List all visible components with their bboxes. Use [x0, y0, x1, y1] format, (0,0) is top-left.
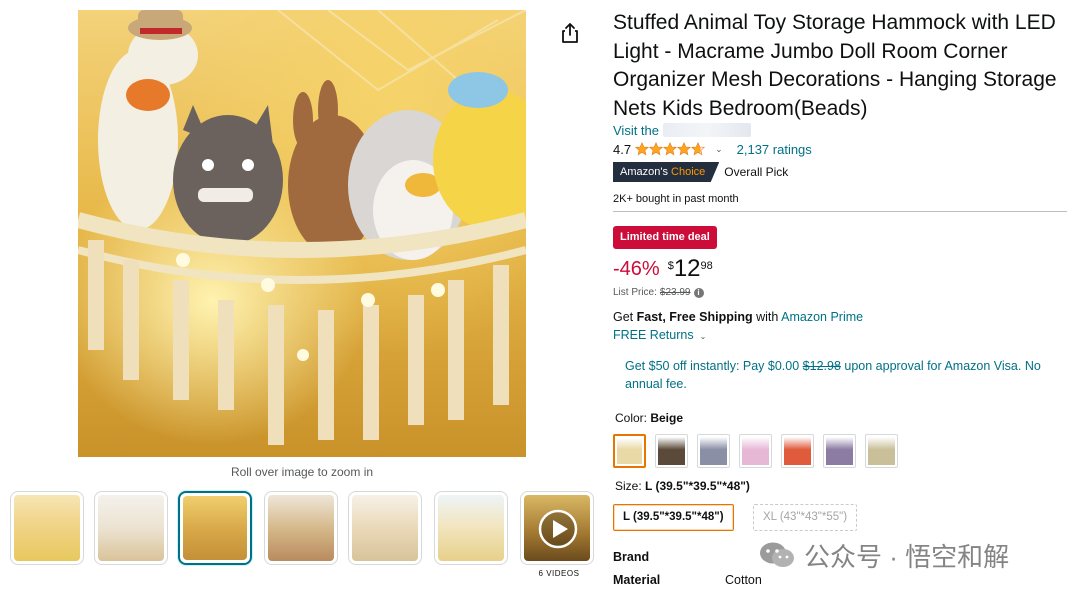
color-value: Beige — [650, 411, 684, 425]
discount-percent: -46% — [613, 258, 660, 280]
star-rating-icon[interactable] — [635, 142, 707, 156]
free-returns-row[interactable]: FREE Returns ⌄ — [613, 328, 706, 342]
amazons-choice-row: Amazon's Choice Overall Pick — [613, 162, 788, 182]
wechat-watermark: 公众号 · 悟空和解 — [758, 537, 1009, 573]
limited-time-deal-badge: Limited time deal — [613, 226, 717, 249]
color-swatch-5[interactable] — [781, 434, 814, 468]
zoom-hint: Roll over image to zoom in — [230, 465, 374, 479]
product-title: Stuffed Animal Toy Storage Hammock with … — [613, 11, 1057, 120]
amazons-choice-badge[interactable]: Amazon's Choice — [613, 162, 720, 182]
thumbnail-1[interactable] — [10, 491, 84, 565]
color-swatch-4[interactable] — [739, 434, 772, 468]
color-selection-label: Color: Beige — [615, 411, 683, 425]
size-selection-label: Size: L (39.5"*39.5"*48") — [615, 479, 750, 493]
list-price-value: $23.99 — [659, 287, 691, 298]
wechat-icon — [760, 542, 794, 567]
ratings-count-link[interactable]: 2,137 ratings — [737, 142, 812, 157]
visa-text-1: Get $50 off instantly: Pay $0.00 — [625, 359, 803, 373]
color-swatch-3[interactable] — [697, 434, 730, 468]
play-icon — [538, 509, 578, 549]
color-label: Color: — [615, 411, 651, 425]
info-icon[interactable]: i — [693, 287, 704, 298]
swatch-image — [784, 437, 811, 465]
choice-prefix: Amazon's — [620, 166, 668, 178]
main-product-image[interactable] — [78, 10, 526, 457]
visa-strike-price: $12.98 — [802, 359, 841, 373]
amazon-prime-link[interactable]: Amazon Prime — [781, 310, 863, 324]
free-returns-link[interactable]: FREE Returns — [613, 328, 694, 342]
visa-offer-link[interactable]: Get $50 off instantly: Pay $0.00 $12.98 … — [625, 357, 1063, 393]
thumbnail-strip — [10, 491, 595, 571]
material-value: Cotton — [725, 573, 762, 587]
swatch-image — [658, 437, 685, 465]
brand-label: Brand — [613, 550, 650, 564]
size-value: L (39.5"*39.5"*48") — [645, 479, 750, 493]
price-row: -46% $ 12 98 — [613, 255, 713, 283]
rating-row: 4.7 ⌄ 2,137 ratings — [613, 140, 812, 158]
color-swatch-1[interactable] — [613, 434, 646, 468]
color-swatch-2[interactable] — [655, 434, 688, 468]
visit-store-link[interactable]: Visit the — [613, 123, 752, 138]
list-price-row: List Price: $23.99 i — [613, 287, 704, 298]
visit-store-text: Visit the — [613, 123, 660, 138]
swatch-image — [742, 437, 769, 465]
swatch-image — [617, 438, 642, 464]
material-label: Material — [613, 573, 661, 587]
shipping-prefix: Get — [613, 310, 637, 324]
choice-label: Overall Pick — [724, 165, 789, 179]
shipping-row: Get Fast, Free Shipping with Amazon Prim… — [613, 310, 863, 324]
swatch-image — [826, 437, 853, 465]
video-thumbnail[interactable] — [520, 491, 594, 565]
share-icon[interactable] — [560, 22, 580, 44]
choice-suffix: Choice — [671, 166, 706, 178]
color-swatch-7[interactable] — [865, 434, 898, 468]
thumbnail-3[interactable] — [178, 491, 252, 565]
thumbnail-4[interactable] — [264, 491, 338, 565]
price-whole: 12 — [673, 255, 701, 282]
list-price-label: List Price: — [613, 287, 657, 298]
shipping-bold: Fast, Free Shipping — [636, 310, 753, 324]
size-option-l[interactable]: L (39.5"*39.5"*48") — [613, 504, 734, 531]
rating-value: 4.7 — [613, 141, 632, 157]
section-divider — [613, 211, 1067, 212]
shipping-mid: with — [752, 310, 782, 324]
rating-chevron-down-icon[interactable]: ⌄ — [715, 144, 723, 155]
videos-count-label: 6 VIDEOS — [538, 569, 580, 578]
product-photo-illustration — [78, 10, 526, 445]
swatch-image — [700, 437, 727, 465]
blurred-store-name — [663, 123, 752, 137]
watermark-text: 公众号 · 悟空和解 — [804, 541, 1010, 572]
bought-in-past-month: 2K+ bought in past month — [613, 193, 739, 205]
size-label: Size: — [615, 479, 646, 493]
price-fraction: 98 — [700, 260, 713, 272]
swatch-image — [868, 437, 895, 465]
returns-chevron-down-icon[interactable]: ⌄ — [700, 332, 707, 341]
thumbnail-5[interactable] — [348, 491, 422, 565]
color-swatch-6[interactable] — [823, 434, 856, 468]
size-option-xl[interactable]: XL (43"*43"*55") — [753, 504, 858, 531]
thumbnail-6[interactable] — [434, 491, 508, 565]
thumbnail-2[interactable] — [94, 491, 168, 565]
